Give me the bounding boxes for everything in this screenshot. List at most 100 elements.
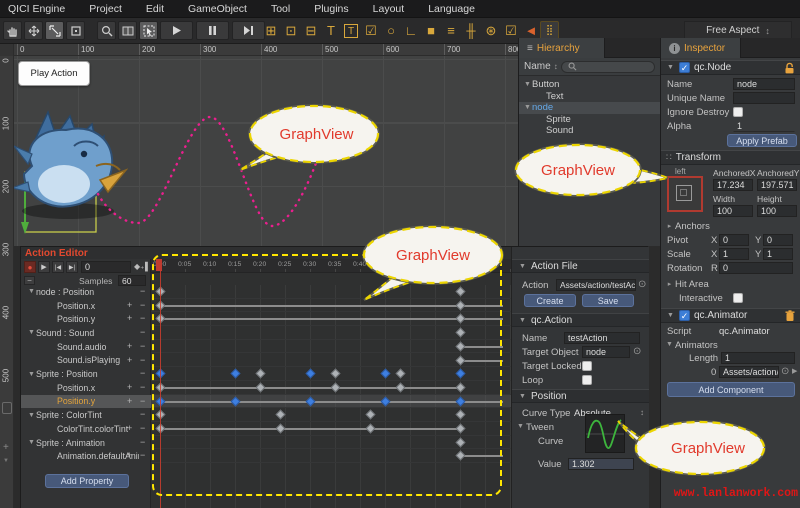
add-key-icon[interactable]: + — [127, 450, 132, 460]
ui-sliced-image-icon[interactable]: ⊟ — [302, 22, 320, 39]
length-field[interactable]: 1 — [721, 352, 795, 364]
menu-layout[interactable]: Layout — [373, 3, 405, 15]
keyframe[interactable] — [365, 410, 375, 420]
track-animation.defaultanima[interactable]: Animation.defaultAnima+− — [21, 449, 151, 463]
expand-arrow-icon[interactable]: ▼ — [523, 104, 532, 111]
hierarchy-item-sprite[interactable]: Sprite — [519, 114, 660, 126]
target-picker-icon[interactable]: ⊙ — [633, 346, 641, 357]
position-header[interactable]: ▼Position — [512, 389, 649, 403]
ui-image-icon[interactable]: ⊡ — [282, 22, 300, 39]
add-key-icon[interactable]: + — [127, 300, 132, 310]
timeline-dopesheet[interactable]: 0:000:050:100:150:200:250:300:350:400:45… — [151, 259, 511, 508]
expand-arrow-icon[interactable]: ▼ — [27, 371, 36, 378]
keyframe[interactable] — [330, 369, 340, 379]
pivot-x-field[interactable]: 0 — [719, 234, 749, 246]
expand-arrow-icon[interactable]: ▼ — [27, 412, 36, 419]
ui-input-text-icon[interactable]: T — [344, 24, 358, 38]
dopesheet-row-8[interactable] — [151, 395, 511, 409]
save-button[interactable]: Save — [582, 294, 634, 307]
add-key-icon[interactable]: + — [127, 396, 132, 406]
keyframe[interactable] — [255, 382, 265, 392]
keyframe[interactable] — [365, 424, 375, 434]
add-component-button[interactable]: Add Component — [667, 382, 795, 397]
animator-item-field[interactable]: Assets/action/tes — [719, 366, 779, 378]
expand-arrow-icon[interactable]: ▼ — [27, 439, 36, 446]
keyframe-selected[interactable] — [455, 396, 465, 406]
scene-view[interactable]: Play Action — [14, 56, 518, 246]
track-position.x[interactable]: Position.x+− — [21, 299, 151, 313]
ui-checkbox-icon[interactable]: ☑ — [362, 22, 380, 39]
remove-key-icon[interactable]: − — [140, 300, 145, 310]
track-sprite-animation[interactable]: ▼Sprite : Animation− — [21, 436, 151, 450]
keyframe[interactable] — [455, 410, 465, 420]
move-tool-button[interactable] — [24, 21, 43, 40]
hitarea-arrow-icon[interactable]: ▸ — [665, 280, 674, 288]
remove-key-icon[interactable]: − — [140, 423, 145, 433]
add-key-icon[interactable]: + — [127, 313, 132, 323]
ignore-destroy-checkbox[interactable] — [733, 107, 743, 117]
collapse-arrow-icon[interactable]: ▼ — [666, 312, 675, 319]
add-key-icon[interactable]: + — [127, 423, 132, 433]
qcaction-header[interactable]: ▼qc.Action — [512, 313, 649, 327]
curve-preview[interactable] — [585, 414, 625, 453]
keyframe[interactable] — [455, 328, 465, 338]
dopesheet-row-1[interactable] — [151, 299, 511, 313]
menu-project[interactable]: Project — [89, 3, 122, 15]
action-file-header[interactable]: ▼Action File — [512, 259, 649, 273]
keyframe-selected[interactable] — [305, 396, 315, 406]
ui-rotate-icon[interactable]: ∟ — [402, 22, 420, 39]
keyframe[interactable] — [455, 300, 465, 310]
lock-icon[interactable] — [784, 62, 795, 74]
animator-enabled-checkbox[interactable]: ✓ — [679, 310, 690, 321]
keyframe[interactable] — [455, 355, 465, 365]
ui-sound-icon[interactable]: ◄ — [522, 22, 540, 39]
keyframe-selected[interactable] — [380, 369, 390, 379]
rect-tool-button[interactable] — [66, 21, 85, 40]
add-keyframe-icon[interactable]: ◆₊ — [134, 262, 144, 271]
remove-key-icon[interactable]: − — [140, 437, 145, 447]
ui-sliders-icon[interactable]: ╫ — [462, 22, 480, 39]
ae-prev-frame-button[interactable]: |◀ — [52, 261, 64, 273]
hierarchy-item-sound[interactable]: Sound — [519, 125, 660, 137]
remove-key-icon[interactable]: − — [140, 341, 145, 351]
remove-key-icon[interactable]: − — [140, 313, 145, 323]
keyframe[interactable] — [455, 437, 465, 447]
timeline-ruler[interactable]: 0:000:050:100:150:200:250:300:350:400:45… — [151, 259, 511, 273]
pivot-y-field[interactable]: 0 — [763, 234, 793, 246]
loop-checkbox[interactable] — [582, 375, 592, 385]
animator-section-header[interactable]: ▼ ✓ qc.Animator — [661, 308, 800, 323]
anchors-arrow-icon[interactable]: ▸ — [665, 222, 674, 230]
menu-plugins[interactable]: Plugins — [314, 3, 348, 15]
dopesheet-row-4[interactable] — [151, 340, 511, 354]
dopesheet-row-12[interactable] — [151, 449, 511, 463]
anchor-preset-widget[interactable] — [667, 176, 703, 212]
hierarchy-item-node[interactable]: ▼node — [519, 102, 660, 114]
keyframe[interactable] — [455, 287, 465, 297]
interactive-checkbox[interactable] — [733, 293, 743, 303]
track-node-position[interactable]: ▼node : Position− — [21, 285, 151, 299]
apply-prefab-button[interactable]: Apply Prefab — [727, 134, 797, 147]
unique-name-field[interactable] — [733, 92, 795, 104]
track-colortint.colortint[interactable]: ColorTint.colorTint+− — [21, 422, 151, 436]
node-add-icon[interactable]: ⊞ — [262, 22, 280, 39]
hierarchy-item-text[interactable]: Text — [519, 91, 660, 103]
remove-key-icon[interactable]: − — [140, 382, 145, 392]
remove-key-icon[interactable]: − — [140, 355, 145, 365]
alpha-field[interactable]: 1 — [733, 120, 795, 132]
collapse-all-button[interactable]: − — [24, 276, 35, 285]
anchoredy-field[interactable]: 197.571 — [757, 179, 797, 191]
target-object-field[interactable]: node — [582, 346, 630, 358]
keyframe-selected[interactable] — [230, 396, 240, 406]
action-name-field[interactable]: testAction — [564, 332, 640, 344]
remove-key-icon[interactable]: − — [140, 450, 145, 460]
height-field[interactable]: 100 — [757, 205, 797, 217]
remove-key-icon[interactable]: − — [140, 396, 145, 406]
track-sound.audio[interactable]: Sound.audio+− — [21, 340, 151, 354]
name-field[interactable]: node — [733, 78, 795, 90]
current-frame-field[interactable]: 0 — [81, 261, 131, 273]
anchoredx-field[interactable]: 17.234 — [713, 179, 753, 191]
rotation-field[interactable]: 0 — [719, 262, 793, 274]
keyframe[interactable] — [275, 410, 285, 420]
keyframe-selected[interactable] — [380, 396, 390, 406]
keyframe[interactable] — [330, 382, 340, 392]
